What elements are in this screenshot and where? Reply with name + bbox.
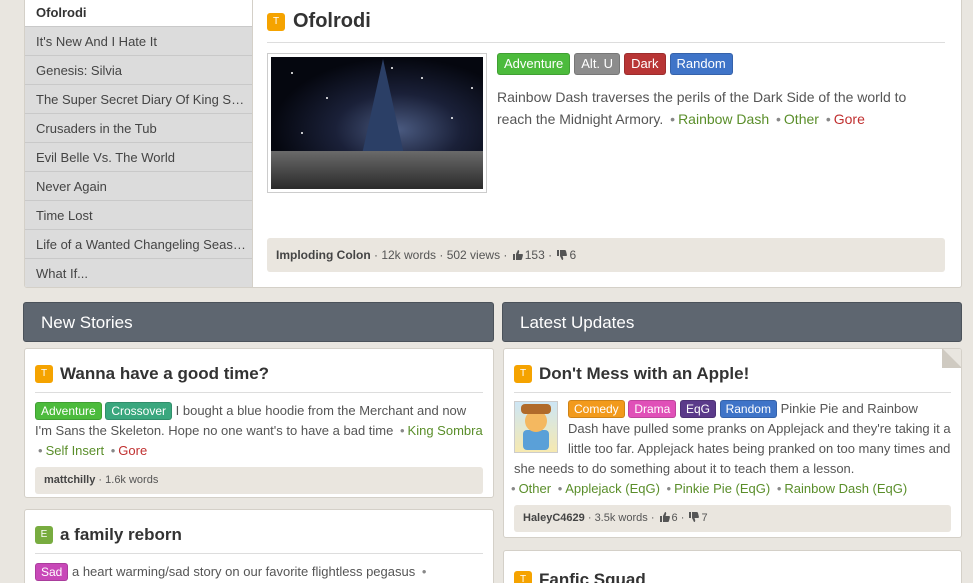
- tag-drama[interactable]: Drama: [628, 400, 677, 418]
- story-title[interactable]: Don't Mess with an Apple!: [539, 364, 749, 384]
- tag-random[interactable]: Random: [669, 53, 733, 75]
- tag-dark[interactable]: Dark: [624, 53, 666, 75]
- story-card: T Wanna have a good time? Adventure Cros…: [24, 348, 494, 498]
- thumbs-down-icon: [689, 512, 700, 522]
- character-link[interactable]: Other: [519, 481, 552, 496]
- page-fold: [942, 349, 961, 368]
- story-cover-image[interactable]: [267, 53, 487, 193]
- featured-story-list: Ofolrodi It's New And I Hate It Genesis:…: [25, 0, 253, 287]
- featured-list-item[interactable]: Ofolrodi: [25, 1, 252, 27]
- character-link[interactable]: Applejack (EqG): [565, 481, 660, 496]
- story-footer: HaleyC4629 · 3.5k words · 6 · 7: [514, 505, 951, 532]
- featured-list-item[interactable]: Crusaders in the Tub: [25, 114, 252, 143]
- word-count: 12k words: [381, 248, 437, 262]
- story-card: T Don't Mess with an Apple! Comedy Drama…: [503, 348, 962, 538]
- rating-badge: T: [514, 364, 532, 383]
- story-thumbnail[interactable]: [514, 401, 558, 453]
- story-card: E a family reborn Sad a heart warming/sa…: [24, 509, 494, 583]
- tag-comedy[interactable]: Comedy: [568, 400, 625, 418]
- featured-list-item[interactable]: The Super Secret Diary Of King Sombra: [25, 85, 252, 114]
- character-link[interactable]: Self Insert: [46, 443, 105, 458]
- story-title[interactable]: a family reborn: [60, 525, 182, 545]
- story-footer: mattchilly · 1.6k words: [35, 467, 483, 494]
- featured-list-item[interactable]: Time Lost: [25, 201, 252, 230]
- featured-story: T Ofolrodi Adventure Alt. U Dark Random …: [267, 1, 945, 193]
- character-link[interactable]: Rainbow Dash: [678, 111, 769, 127]
- like-count: 153: [524, 248, 545, 262]
- featured-footer: Imploding Colon · 12k words · 502 views …: [267, 238, 945, 272]
- warning-gore[interactable]: Gore: [118, 443, 147, 458]
- featured-list-item[interactable]: Evil Belle Vs. The World: [25, 143, 252, 172]
- tag-crossover[interactable]: Crossover: [105, 402, 173, 420]
- new-stories-heading: New Stories: [23, 302, 494, 342]
- word-count: 1.6k words: [105, 474, 159, 486]
- view-count: 502 views: [446, 248, 501, 262]
- rating-badge: T: [514, 570, 532, 583]
- dislike-count: 6: [569, 248, 577, 262]
- story-description: Comedy Drama EqG Random Pinkie Pie and R…: [511, 400, 951, 496]
- character-link[interactable]: Rainbow Dash (EqG): [784, 481, 907, 496]
- latest-updates-heading: Latest Updates: [502, 302, 962, 342]
- story-description: Adventure Crossover I bought a blue hood…: [35, 402, 483, 458]
- character-link[interactable]: King Sombra: [408, 423, 483, 438]
- tag-adventure[interactable]: Adventure: [35, 402, 102, 420]
- tag-random[interactable]: Random: [719, 400, 777, 418]
- story-title[interactable]: Wanna have a good time?: [60, 364, 269, 384]
- thumbs-up-icon: [659, 512, 670, 522]
- rating-badge: T: [267, 12, 285, 31]
- character-link[interactable]: Pinkie Pie (EqG): [674, 481, 770, 496]
- story-description: Sad a heart warming/sad story on our fav…: [35, 562, 483, 582]
- thumbs-up-icon: [512, 250, 523, 260]
- story-card: T Fanfic Squad: [503, 550, 962, 583]
- rating-badge: T: [35, 364, 53, 383]
- featured-description: Rainbow Dash traverses the perils of the…: [497, 89, 907, 127]
- author-link[interactable]: mattchilly: [44, 474, 95, 486]
- tag-adventure[interactable]: Adventure: [497, 53, 571, 75]
- word-count: 3.5k words: [594, 512, 648, 524]
- featured-list-item[interactable]: What If...: [25, 259, 252, 287]
- featured-list-item[interactable]: Genesis: Silvia: [25, 56, 252, 85]
- featured-list-item[interactable]: It's New And I Hate It: [25, 27, 252, 56]
- author-link[interactable]: Imploding Colon: [276, 248, 371, 262]
- featured-list-item[interactable]: Never Again: [25, 172, 252, 201]
- story-title[interactable]: Fanfic Squad: [539, 570, 646, 583]
- tag-alt-u[interactable]: Alt. U: [574, 53, 621, 75]
- featured-list-item[interactable]: Life of a Wanted Changeling Season 2: [25, 230, 252, 259]
- dislike-count: 7: [701, 512, 708, 524]
- thumbs-down-icon: [557, 250, 568, 260]
- like-count: 6: [671, 512, 678, 524]
- featured-title[interactable]: Ofolrodi: [293, 10, 371, 33]
- author-link[interactable]: HaleyC4629: [523, 512, 585, 524]
- featured-tags: Adventure Alt. U Dark Random: [497, 53, 945, 75]
- tag-eqg[interactable]: EqG: [679, 400, 716, 418]
- tag-sad[interactable]: Sad: [35, 563, 69, 581]
- rating-badge: E: [35, 525, 53, 544]
- featured-title-row: T Ofolrodi: [267, 1, 945, 43]
- featured-box: Ofolrodi It's New And I Hate It Genesis:…: [24, 0, 962, 288]
- character-link[interactable]: Other: [784, 111, 819, 127]
- warning-gore[interactable]: Gore: [834, 111, 865, 127]
